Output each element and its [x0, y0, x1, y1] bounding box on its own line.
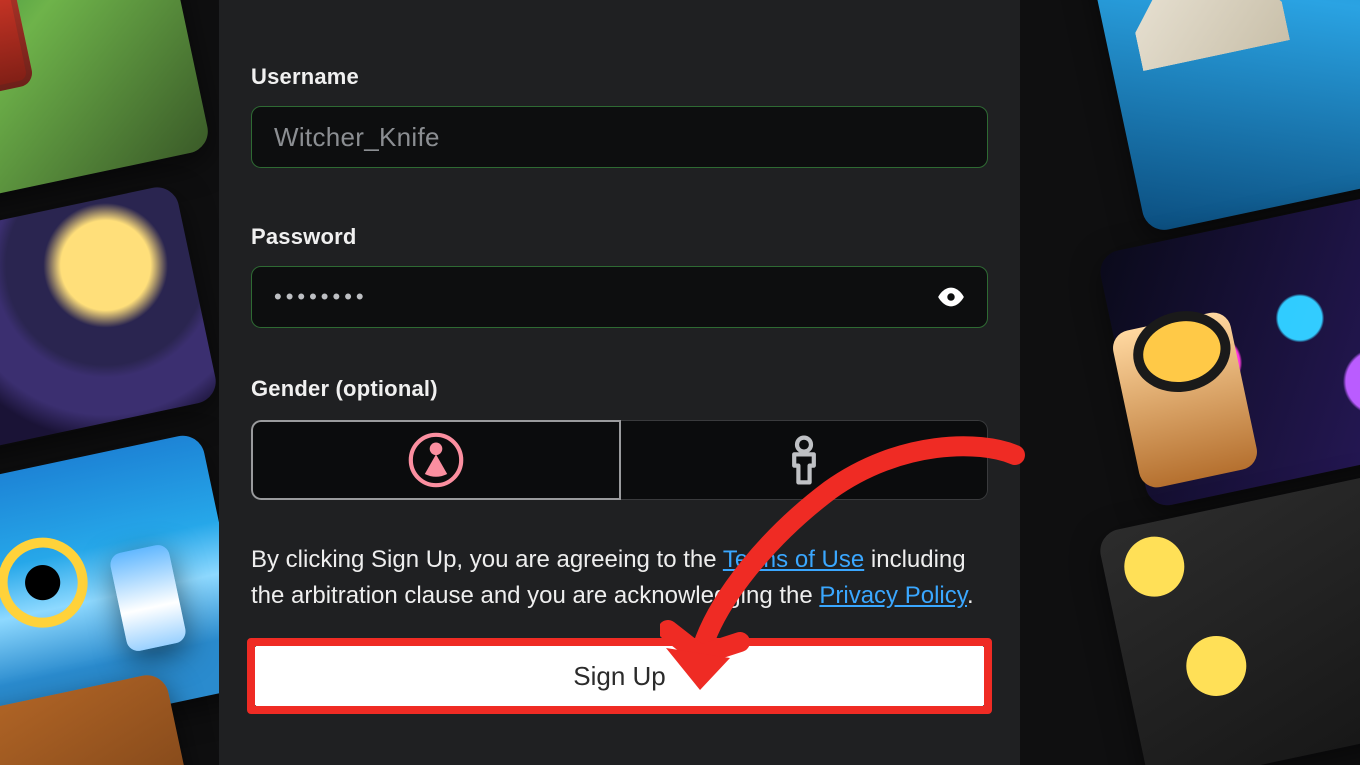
password-label: Password: [251, 224, 988, 250]
legal-post: .: [967, 582, 974, 609]
username-input[interactable]: [274, 122, 965, 153]
show-password-icon[interactable]: [937, 286, 965, 308]
password-input[interactable]: [274, 284, 937, 310]
signup-panel: Username Password Gender (optional) By c…: [219, 0, 1020, 765]
username-field-wrap[interactable]: [251, 106, 988, 168]
gender-selector: [251, 420, 988, 500]
bg-tile: [0, 0, 212, 206]
bg-tile: [0, 183, 220, 456]
gender-male-button[interactable]: [621, 420, 988, 500]
terms-link[interactable]: Terms of Use: [723, 546, 864, 573]
signup-button[interactable]: Sign Up: [251, 644, 988, 708]
bg-tile: [1081, 0, 1360, 234]
legal-text: By clicking Sign Up, you are agreeing to…: [251, 542, 988, 614]
privacy-link[interactable]: Privacy Policy: [819, 582, 967, 609]
bg-tile: [1096, 472, 1360, 765]
username-label: Username: [251, 64, 988, 90]
password-field-wrap[interactable]: [251, 266, 988, 328]
male-icon: [776, 432, 832, 488]
gender-label: Gender (optional): [251, 376, 988, 402]
legal-pre: By clicking Sign Up, you are agreeing to…: [251, 546, 723, 573]
signup-button-wrap: Sign Up: [251, 644, 988, 708]
gender-female-button[interactable]: [251, 420, 621, 500]
female-icon: [408, 432, 464, 488]
